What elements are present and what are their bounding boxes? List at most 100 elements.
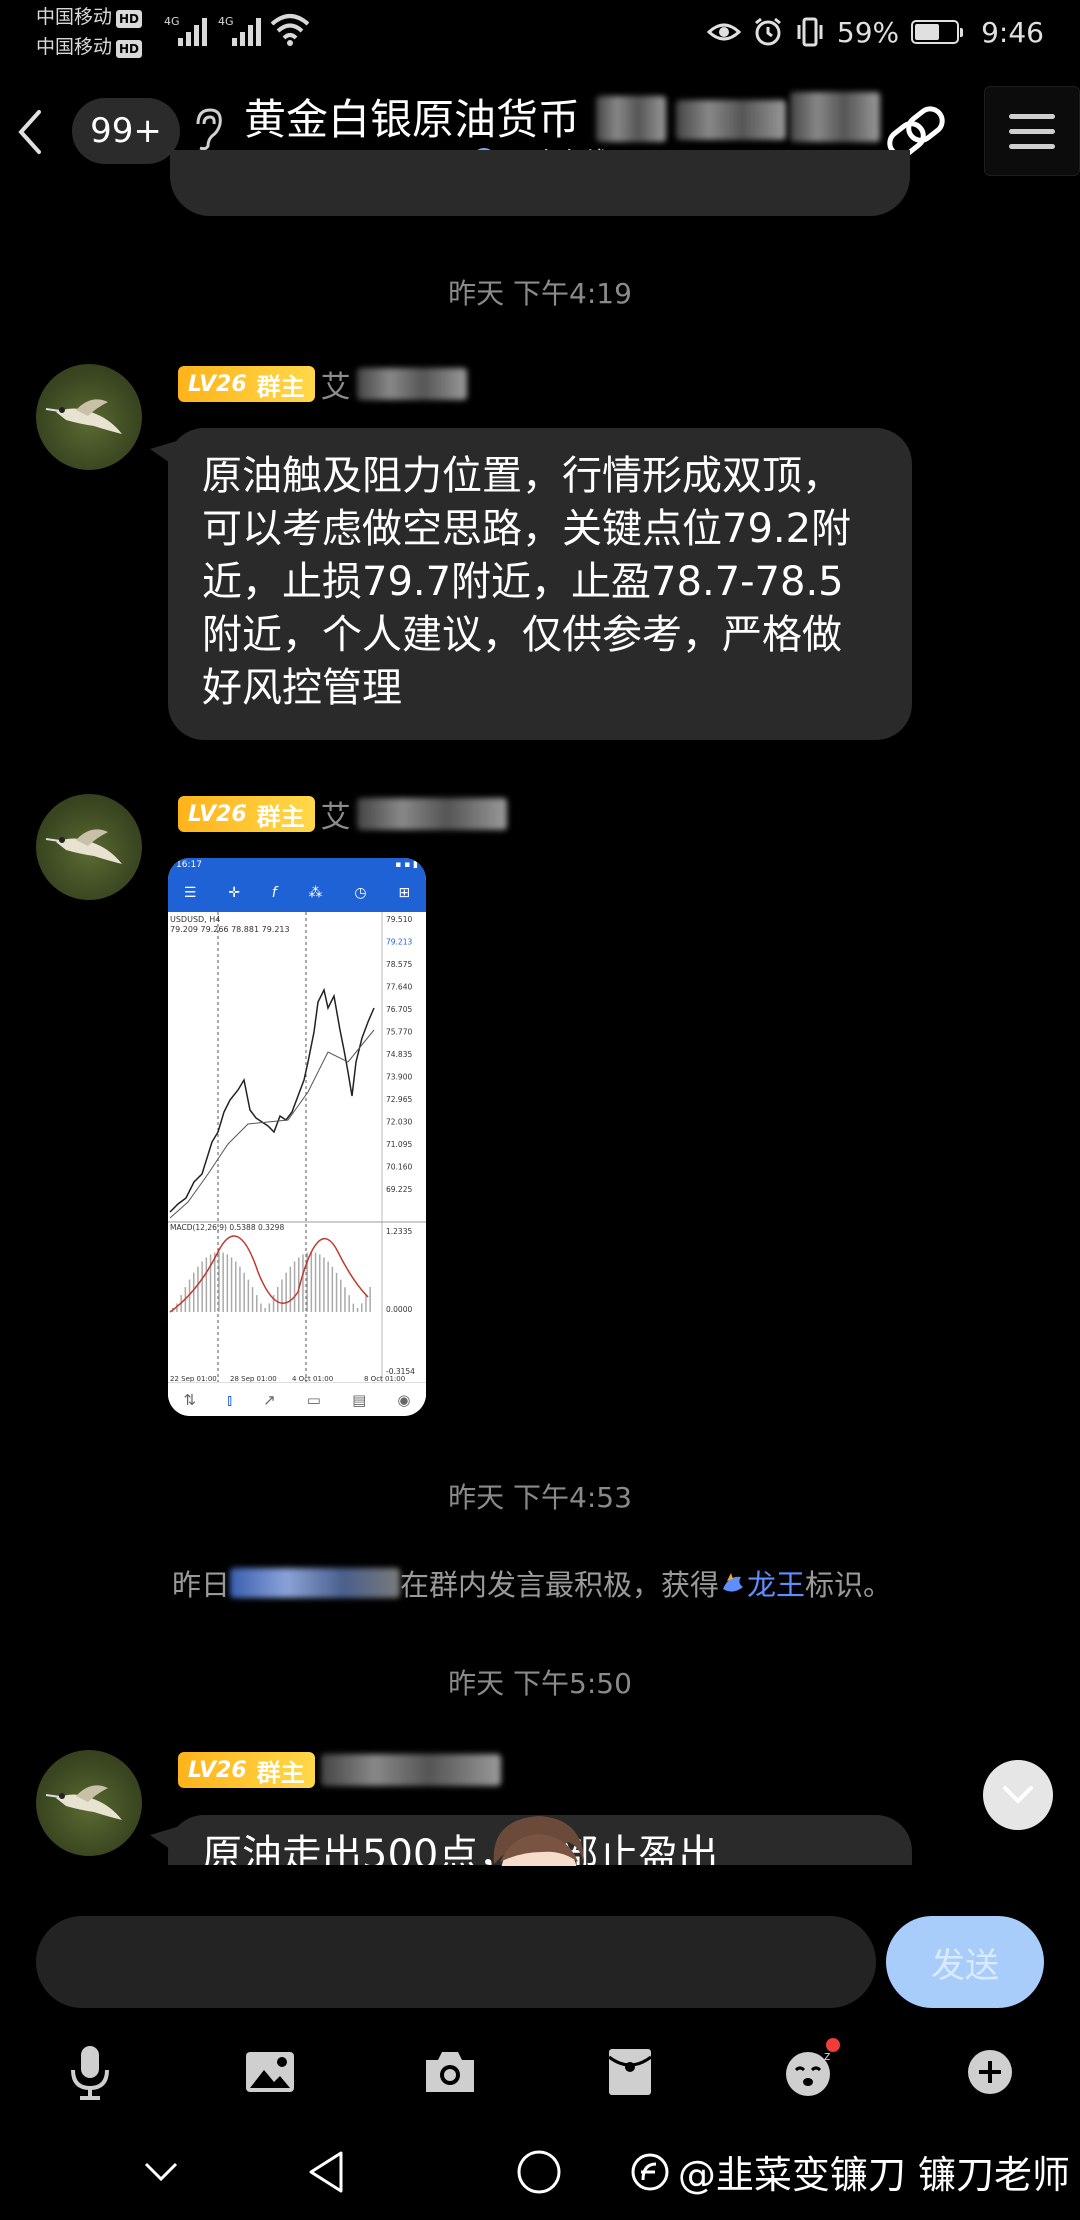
price-tick-label: 69.225 — [386, 1185, 412, 1194]
avatar[interactable] — [36, 364, 142, 470]
network-label-2: 4G — [218, 15, 234, 28]
sender-name[interactable]: 艾 — [321, 362, 351, 406]
macd-bar — [260, 1303, 262, 1312]
level-text: LV26 — [188, 801, 247, 827]
system-notice: 昨日 在群内发言最积极，获得 龙王 标识。 — [172, 1562, 892, 1604]
image-icon — [246, 2052, 294, 2092]
quotes-icon: ⇅ — [183, 1390, 197, 1409]
price-tick-label: 72.965 — [386, 1095, 412, 1104]
signal-icon-1: 4G — [164, 15, 207, 46]
message-text: 原油触及阻力位置，行情形成双顶，可以考虑做空思路，关键点位79.2附近，止损79… — [202, 453, 852, 711]
red-envelope-icon — [608, 2049, 652, 2095]
moving-average-line — [169, 1029, 375, 1219]
crosshair-icon: ✛ — [228, 885, 240, 901]
hide-keyboard-button[interactable] — [126, 2142, 196, 2202]
price-tick-label: 73.900 — [386, 1073, 412, 1082]
macd-bar — [209, 1254, 212, 1312]
menu-button[interactable] — [984, 86, 1080, 176]
hummingbird-avatar-icon — [45, 1785, 122, 1820]
scroll-to-bottom-button[interactable] — [983, 1760, 1053, 1830]
macd-bar — [277, 1286, 279, 1312]
price-tick-label: 79.213 — [386, 938, 412, 947]
voice-button[interactable] — [50, 2032, 130, 2112]
status-right: 59% 9:46 — [706, 12, 1044, 52]
notice-prefix: 昨日 — [172, 1568, 231, 1602]
sender-row: LV26 群主 艾 — [178, 362, 467, 406]
chevron-down-icon — [1003, 1786, 1033, 1804]
macd-bar — [344, 1287, 346, 1312]
blurred-title-part-1 — [596, 96, 666, 142]
menu-icon-bar-3 — [1009, 143, 1055, 149]
alarm-icon — [754, 17, 781, 46]
candlestick-chart: USDUSD, H4 79.209 79.266 78.881 79.213 M… — [168, 912, 426, 1383]
macd-bar — [281, 1279, 283, 1312]
macd-bar — [314, 1252, 317, 1312]
chart-screenshot-image[interactable]: 16:17 ▪ ▪ ▮ ☰ ✛ f ⁂ ◷ ⊞ USDUSD, H4 79.20… — [168, 858, 426, 1416]
level-text: LV26 — [188, 371, 247, 397]
avatar[interactable] — [36, 794, 142, 900]
signal-icon-2: 4G — [218, 15, 261, 46]
back-button[interactable] — [10, 102, 50, 162]
previous-message-bubble[interactable] — [170, 150, 910, 216]
message-bubble[interactable]: 原油触及阻力位置，行情形成双顶，可以考虑做空思路，关键点位79.2附近，止损79… — [168, 428, 912, 740]
nav-back-button[interactable] — [290, 2142, 360, 2202]
carrier-name-1: 中国移动 — [36, 6, 113, 28]
macd-bar — [256, 1295, 258, 1312]
macd-bar — [251, 1287, 254, 1312]
price-tick-label: 70.160 — [386, 1163, 412, 1172]
message-input[interactable] — [36, 1916, 876, 2008]
eye-icon — [706, 23, 741, 41]
macd-bar — [340, 1279, 342, 1312]
blurred-sender-name — [356, 798, 507, 830]
trade-icon: ↗ — [263, 1390, 276, 1409]
circle-home-icon — [517, 2150, 561, 2194]
chart-phone-status-icons: ▪ ▪ ▮ — [395, 860, 418, 870]
ear-icon[interactable] — [190, 106, 224, 152]
nav-home-button[interactable] — [504, 2142, 574, 2202]
sender-name[interactable]: 艾 — [321, 792, 351, 836]
macd-bar — [361, 1303, 363, 1312]
photo-button[interactable] — [230, 2032, 310, 2112]
battery-icon — [911, 20, 964, 44]
macd-bar — [235, 1261, 237, 1312]
watermark: @韭菜变镰刀 镰刀老师 — [630, 2144, 1070, 2199]
weibo-logo-icon — [631, 2153, 669, 2190]
macd-label: MACD(12,26,9) 0.5388 0.3298 — [170, 1223, 284, 1232]
carrier-label-2: 中国移动 HD — [36, 36, 143, 58]
group-title: 黄金白银原油货币 — [244, 86, 604, 147]
macd-bar — [335, 1272, 338, 1312]
chart-toolbar: ☰ ✛ f ⁂ ◷ ⊞ — [168, 874, 426, 912]
owner-level-badge: LV26 群主 — [178, 366, 315, 402]
dragon-king-badge-text[interactable]: 龙王 — [747, 1562, 805, 1604]
timestamp-1: 昨天 下午4:19 — [448, 277, 632, 310]
notification-dot — [826, 2038, 840, 2052]
price-tick-label: 74.835 — [386, 1050, 412, 1059]
more-button[interactable] — [950, 2032, 1030, 2112]
date-tick-label: 22 Sep 01:00 — [170, 1375, 217, 1382]
macd-bar — [205, 1257, 208, 1312]
unread-count-badge[interactable]: 99+ — [72, 98, 180, 164]
red-packet-button[interactable] — [590, 2032, 670, 2112]
camera-button[interactable] — [410, 2032, 490, 2112]
date-tick-label: 28 Sep 01:00 — [230, 1375, 277, 1382]
macd-bar — [193, 1272, 195, 1312]
macd-bar — [365, 1294, 367, 1312]
price-tick-label: 71.095 — [386, 1140, 412, 1149]
avatar[interactable] — [36, 1750, 142, 1856]
price-tick-label: 72.030 — [386, 1118, 412, 1127]
emoji-button[interactable]: z — [770, 2032, 850, 2112]
hummingbird-avatar-icon — [45, 829, 122, 864]
network-label-1: 4G — [164, 15, 180, 28]
function-icon: f — [271, 885, 277, 901]
watermark-text: @韭菜变镰刀 镰刀老师 — [677, 2153, 1070, 2197]
level-text: LV26 — [188, 1757, 247, 1783]
price-tick-label: 79.510 — [386, 915, 412, 924]
system-navigation-bar: @韭菜变镰刀 镰刀老师 — [0, 2120, 1080, 2220]
macd-bar — [214, 1252, 216, 1312]
macd-bar — [369, 1286, 371, 1312]
battery-fill — [915, 24, 939, 40]
macd-bar — [222, 1252, 224, 1312]
new-order-icon: ⊞ — [398, 885, 411, 901]
objects-icon: ⁂ — [308, 885, 323, 901]
send-button[interactable]: 发送 — [886, 1916, 1044, 2008]
